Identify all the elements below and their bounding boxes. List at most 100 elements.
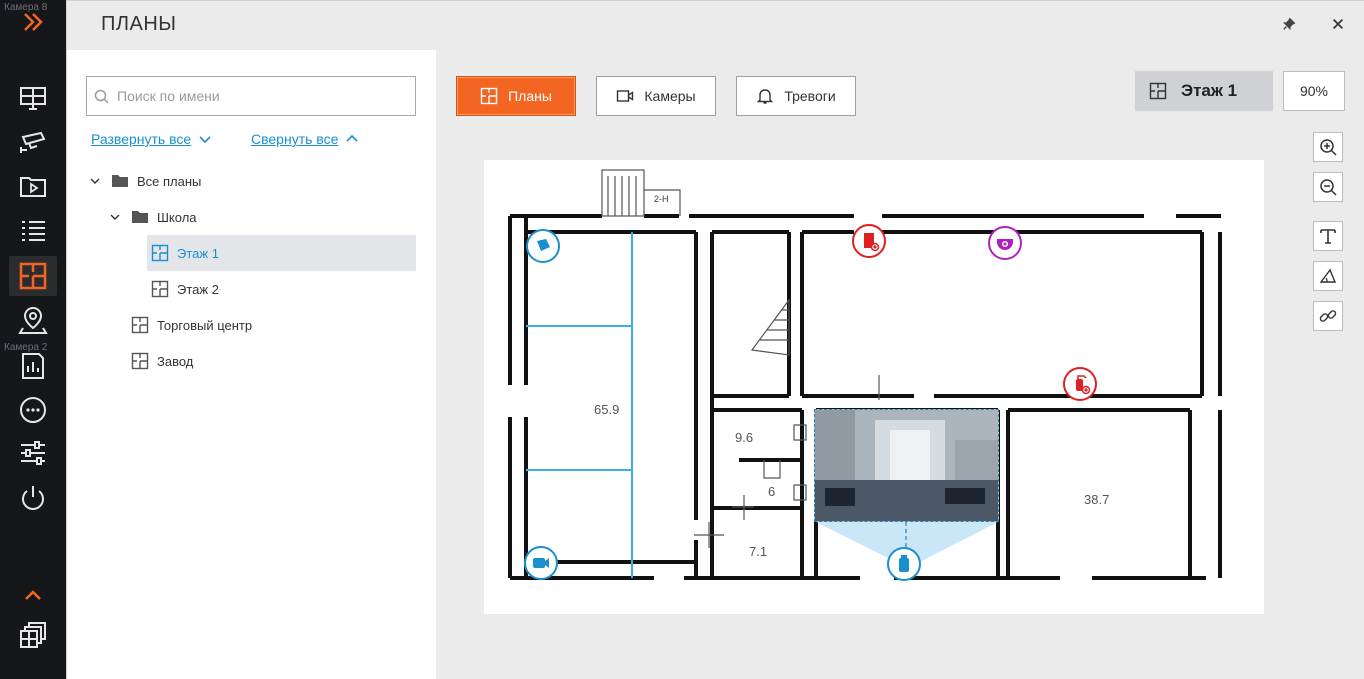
- camera-icon: [533, 558, 549, 568]
- tree-item-label: Торговый центр: [157, 317, 253, 333]
- link-icon: [1319, 310, 1337, 322]
- room-area-label: 9.6: [735, 430, 754, 445]
- archive-button[interactable]: [9, 166, 57, 206]
- room-area-label: 6: [768, 484, 776, 499]
- floor-plan-icon: [131, 316, 149, 334]
- tree-item-floor-1[interactable]: Этаж 1: [147, 235, 416, 271]
- list-icon: [22, 221, 45, 241]
- floor-plan-icon: [19, 262, 47, 290]
- camera-marker-active[interactable]: [887, 547, 921, 581]
- cameras-button[interactable]: [9, 123, 57, 163]
- layouts-button[interactable]: [9, 615, 57, 655]
- search-box: [86, 76, 416, 116]
- floor-plan-map[interactable]: 2-Н 65.9 9.6 6 7.1 38.7: [484, 160, 1264, 614]
- pin-button[interactable]: [1278, 13, 1300, 35]
- dome-camera-icon: [997, 239, 1013, 250]
- door-sensor-icon: [864, 233, 880, 252]
- room-area-label: 38.7: [1084, 492, 1110, 507]
- camera-video-preview[interactable]: [814, 409, 999, 522]
- dome-camera-marker[interactable]: [988, 226, 1022, 260]
- fire-extinguisher-icon: [1076, 375, 1091, 395]
- zoom-out-icon: [1320, 179, 1337, 196]
- search-input[interactable]: [117, 77, 407, 115]
- plans-panel: ПЛАНЫ Развернуть все Свернуть все Все пл…: [66, 0, 1364, 679]
- tree-item-label: Школа: [157, 209, 197, 225]
- video-play-icon: [20, 177, 46, 197]
- cctv-camera-icon: [20, 131, 46, 153]
- chevron-up-icon: [25, 590, 41, 600]
- angle-icon: [1319, 268, 1337, 283]
- tab-label: Тревоги: [784, 88, 836, 104]
- tree-item-floor-2[interactable]: Этаж 2: [151, 271, 416, 307]
- text-tool-button[interactable]: [1313, 221, 1343, 251]
- zoom-in-icon: [1320, 139, 1337, 156]
- plans-button[interactable]: [9, 256, 57, 296]
- expand-panel-button[interactable]: [9, 2, 57, 42]
- chevron-down-icon: [199, 136, 211, 144]
- monitor-grid-icon: [20, 87, 46, 110]
- tree-item-school[interactable]: Школа: [109, 199, 415, 235]
- stair-label: 2-Н: [654, 194, 669, 204]
- more-dots-icon: [20, 397, 46, 423]
- tab-label: Камеры: [644, 88, 696, 104]
- collapse-all-label: Свернуть все: [251, 131, 339, 147]
- monitoring-button[interactable]: [9, 78, 57, 118]
- chevron-up-icon: [346, 134, 358, 142]
- tree-item-mall[interactable]: Торговый центр: [131, 307, 416, 343]
- expand-all-link[interactable]: Развернуть все: [91, 131, 211, 147]
- collapse-all-link[interactable]: Свернуть все: [251, 131, 358, 147]
- floor-plan-icon: [480, 87, 498, 105]
- alarm-sensor-marker[interactable]: [852, 224, 886, 258]
- settings-button[interactable]: [9, 433, 57, 473]
- room-area-label: 65.9: [594, 402, 620, 417]
- tree-item-label: Этаж 1: [177, 245, 219, 261]
- tab-cameras[interactable]: Камеры: [596, 76, 716, 116]
- tab-alarms[interactable]: Тревоги: [736, 76, 856, 116]
- power-icon: [22, 486, 44, 510]
- plan-view-area: Планы Камеры Тревоги Этаж 1 90% 2-Н 65.9…: [436, 50, 1364, 679]
- tree-item-label: Этаж 2: [177, 281, 219, 297]
- bell-icon: [757, 89, 774, 104]
- panel-header: ПЛАНЫ: [67, 1, 1364, 50]
- more-button[interactable]: [9, 390, 57, 430]
- tab-label: Планы: [508, 88, 552, 104]
- camera-icon: [537, 239, 550, 251]
- camera-icon: [899, 555, 909, 572]
- report-chart-icon: [22, 353, 44, 379]
- floor-plan-icon: [151, 280, 169, 298]
- chevron-down-icon: [90, 178, 100, 184]
- sliders-icon: [21, 441, 45, 465]
- reports-button[interactable]: [9, 346, 57, 386]
- floor-plan-icon: [1149, 82, 1167, 100]
- events-button[interactable]: [9, 210, 57, 250]
- room-area-label: 7.1: [749, 544, 768, 559]
- tab-plans[interactable]: Планы: [456, 76, 576, 116]
- folder-icon: [112, 175, 128, 187]
- link-tool-button[interactable]: [1313, 301, 1343, 331]
- collapse-up-button[interactable]: [9, 584, 57, 606]
- floor-plan-icon: [151, 244, 169, 262]
- zoom-in-button[interactable]: [1313, 132, 1343, 162]
- map-pin-icon: [18, 306, 48, 334]
- page-title: ПЛАНЫ: [101, 13, 177, 35]
- zoom-level[interactable]: 90%: [1283, 71, 1345, 111]
- tree-item-label: Завод: [157, 353, 194, 369]
- close-button[interactable]: [1327, 13, 1349, 35]
- tree-item-factory[interactable]: Завод: [131, 343, 416, 379]
- plans-tree-panel: Развернуть все Свернуть все Все планы Шк…: [67, 50, 436, 679]
- power-button[interactable]: [9, 478, 57, 518]
- zoom-out-button[interactable]: [1313, 172, 1343, 202]
- camera-marker[interactable]: [524, 546, 558, 580]
- camera-icon: [617, 90, 634, 102]
- current-floor-badge: Этаж 1: [1135, 71, 1273, 111]
- chevron-down-icon: [110, 214, 120, 220]
- fire-extinguisher-marker[interactable]: [1063, 367, 1097, 401]
- camera-marker[interactable]: [526, 229, 560, 263]
- tree-item-all-plans[interactable]: Все планы: [89, 163, 415, 199]
- tree-item-label: Все планы: [137, 173, 202, 189]
- video-frame: [815, 410, 998, 521]
- angle-tool-button[interactable]: [1313, 261, 1343, 291]
- double-chevron-right-icon: [24, 13, 43, 31]
- close-icon: [1333, 19, 1343, 29]
- map-button[interactable]: [9, 300, 57, 340]
